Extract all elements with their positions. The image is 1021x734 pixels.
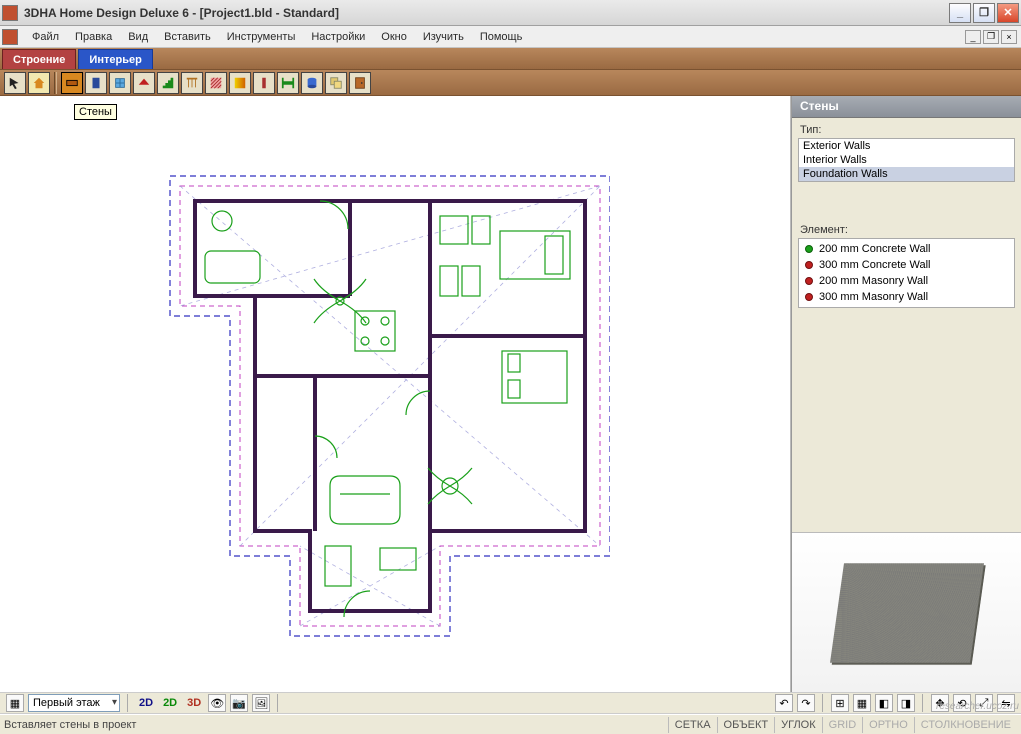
- status-cell[interactable]: ОРТНО: [862, 717, 914, 733]
- statusbar: Вставляет стены в проект СЕТКА ОБЪЕКТ УГ…: [0, 714, 1021, 734]
- mdi-close-button[interactable]: ×: [1001, 30, 1017, 44]
- column-icon[interactable]: [253, 72, 275, 94]
- element-row[interactable]: 300 mm Masonry Wall: [799, 289, 1014, 305]
- snap-icon[interactable]: ⊞: [831, 694, 849, 712]
- window-title: 3DHA Home Design Deluxe 6 - [Project1.bl…: [24, 6, 339, 20]
- element-row[interactable]: 300 mm Concrete Wall: [799, 257, 1014, 273]
- bullet-icon: [805, 277, 813, 285]
- status-cell[interactable]: УГЛОК: [774, 717, 822, 733]
- element-label-text: 300 mm Masonry Wall: [819, 291, 928, 303]
- copy-icon[interactable]: [325, 72, 347, 94]
- wall-icon[interactable]: [61, 72, 83, 94]
- element-list[interactable]: 200 mm Concrete Wall 300 mm Concrete Wal…: [798, 238, 1015, 308]
- menu-insert[interactable]: Вставить: [156, 28, 219, 46]
- camera-icon[interactable]: 📷: [230, 694, 248, 712]
- close-button[interactable]: ✕: [997, 3, 1019, 23]
- element-label-text: 200 mm Masonry Wall: [819, 275, 928, 287]
- canvas[interactable]: Стены: [0, 96, 791, 692]
- view-2d-button[interactable]: 2D: [136, 697, 156, 709]
- element-label-text: 300 mm Concrete Wall: [819, 259, 930, 271]
- watermark: researcher.ucoz.ru: [936, 701, 1019, 712]
- preview-slab: [830, 563, 984, 662]
- element-label-text: 200 mm Concrete Wall: [819, 243, 930, 255]
- type-label: Тип:: [792, 118, 1021, 138]
- element-row[interactable]: 200 mm Masonry Wall: [799, 273, 1014, 289]
- undo-icon[interactable]: ↶: [775, 694, 793, 712]
- side-panel: Стены Тип: Exterior Walls Interior Walls…: [791, 96, 1021, 692]
- grid-icon[interactable]: ▦: [853, 694, 871, 712]
- tab-row: Строение Интерьер: [0, 48, 1021, 70]
- type-row[interactable]: Interior Walls: [799, 153, 1014, 167]
- menu-window[interactable]: Окно: [373, 28, 415, 46]
- menu-view[interactable]: Вид: [120, 28, 156, 46]
- tab-structure[interactable]: Строение: [2, 49, 76, 69]
- menu-help[interactable]: Помощь: [472, 28, 531, 46]
- status-cell[interactable]: ОБЪЕКТ: [717, 717, 775, 733]
- door2-icon[interactable]: [349, 72, 371, 94]
- door-icon[interactable]: [85, 72, 107, 94]
- titlebar: 3DHA Home Design Deluxe 6 - [Project1.bl…: [0, 0, 1021, 26]
- menu-file[interactable]: Файл: [24, 28, 67, 46]
- photo-icon[interactable]: 🖼: [252, 694, 270, 712]
- house-icon[interactable]: [28, 72, 50, 94]
- side-panel-title: Стены: [792, 96, 1021, 118]
- tooltip-walls: Стены: [74, 104, 117, 120]
- app-icon: [2, 5, 18, 21]
- element-label: Элемент:: [792, 218, 1021, 238]
- status-text: Вставляет стены в проект: [4, 719, 668, 731]
- status-cell[interactable]: GRID: [822, 717, 863, 733]
- floor-icon[interactable]: ▦: [6, 694, 24, 712]
- preview-pane: [792, 532, 1021, 692]
- type-list[interactable]: Exterior Walls Interior Walls Foundation…: [798, 138, 1015, 182]
- pointer-icon[interactable]: [4, 72, 26, 94]
- eye-icon[interactable]: 👁: [208, 694, 226, 712]
- menu-tools[interactable]: Инструменты: [219, 28, 304, 46]
- bullet-icon: [805, 245, 813, 253]
- floor-combo[interactable]: Первый этаж: [28, 694, 120, 712]
- type-row-selected[interactable]: Foundation Walls: [799, 167, 1014, 181]
- mdi-max-button[interactable]: ❐: [983, 30, 999, 44]
- view-2dg-button[interactable]: 2D: [160, 697, 180, 709]
- bottom-toolbar: ▦ Первый этаж 2D 2D 3D 👁 📷 🖼 ↶ ↷ ⊞ ▦ ◧ ◨…: [0, 692, 1021, 714]
- bullet-icon: [805, 261, 813, 269]
- status-cell[interactable]: СТОЛКНОВЕНИЕ: [914, 717, 1017, 733]
- element-row[interactable]: 200 mm Concrete Wall: [799, 241, 1014, 257]
- redo-icon[interactable]: ↷: [797, 694, 815, 712]
- floorplan-drawing: [150, 136, 610, 656]
- maximize-button[interactable]: ❐: [973, 3, 995, 23]
- tool2-icon[interactable]: ◨: [897, 694, 915, 712]
- tab-interior[interactable]: Интерьер: [78, 49, 152, 69]
- toolbar: [0, 70, 1021, 96]
- window-icon[interactable]: [109, 72, 131, 94]
- stairs-icon[interactable]: [157, 72, 179, 94]
- mdi-min-button[interactable]: _: [965, 30, 981, 44]
- bullet-icon: [805, 293, 813, 301]
- main-area: Стены: [0, 96, 1021, 692]
- gradient-icon[interactable]: [229, 72, 251, 94]
- pillar-icon[interactable]: [301, 72, 323, 94]
- beam-icon[interactable]: [277, 72, 299, 94]
- hatch-icon[interactable]: [205, 72, 227, 94]
- rail-icon[interactable]: [181, 72, 203, 94]
- doc-icon: [2, 29, 18, 45]
- status-cell[interactable]: СЕТКА: [668, 717, 717, 733]
- roof-icon[interactable]: [133, 72, 155, 94]
- menu-learn[interactable]: Изучить: [415, 28, 472, 46]
- menu-edit[interactable]: Правка: [67, 28, 120, 46]
- type-row[interactable]: Exterior Walls: [799, 139, 1014, 153]
- menu-settings[interactable]: Настройки: [303, 28, 373, 46]
- minimize-button[interactable]: _: [949, 3, 971, 23]
- view-3d-button[interactable]: 3D: [184, 697, 204, 709]
- menubar: Файл Правка Вид Вставить Инструменты Нас…: [0, 26, 1021, 48]
- tool1-icon[interactable]: ◧: [875, 694, 893, 712]
